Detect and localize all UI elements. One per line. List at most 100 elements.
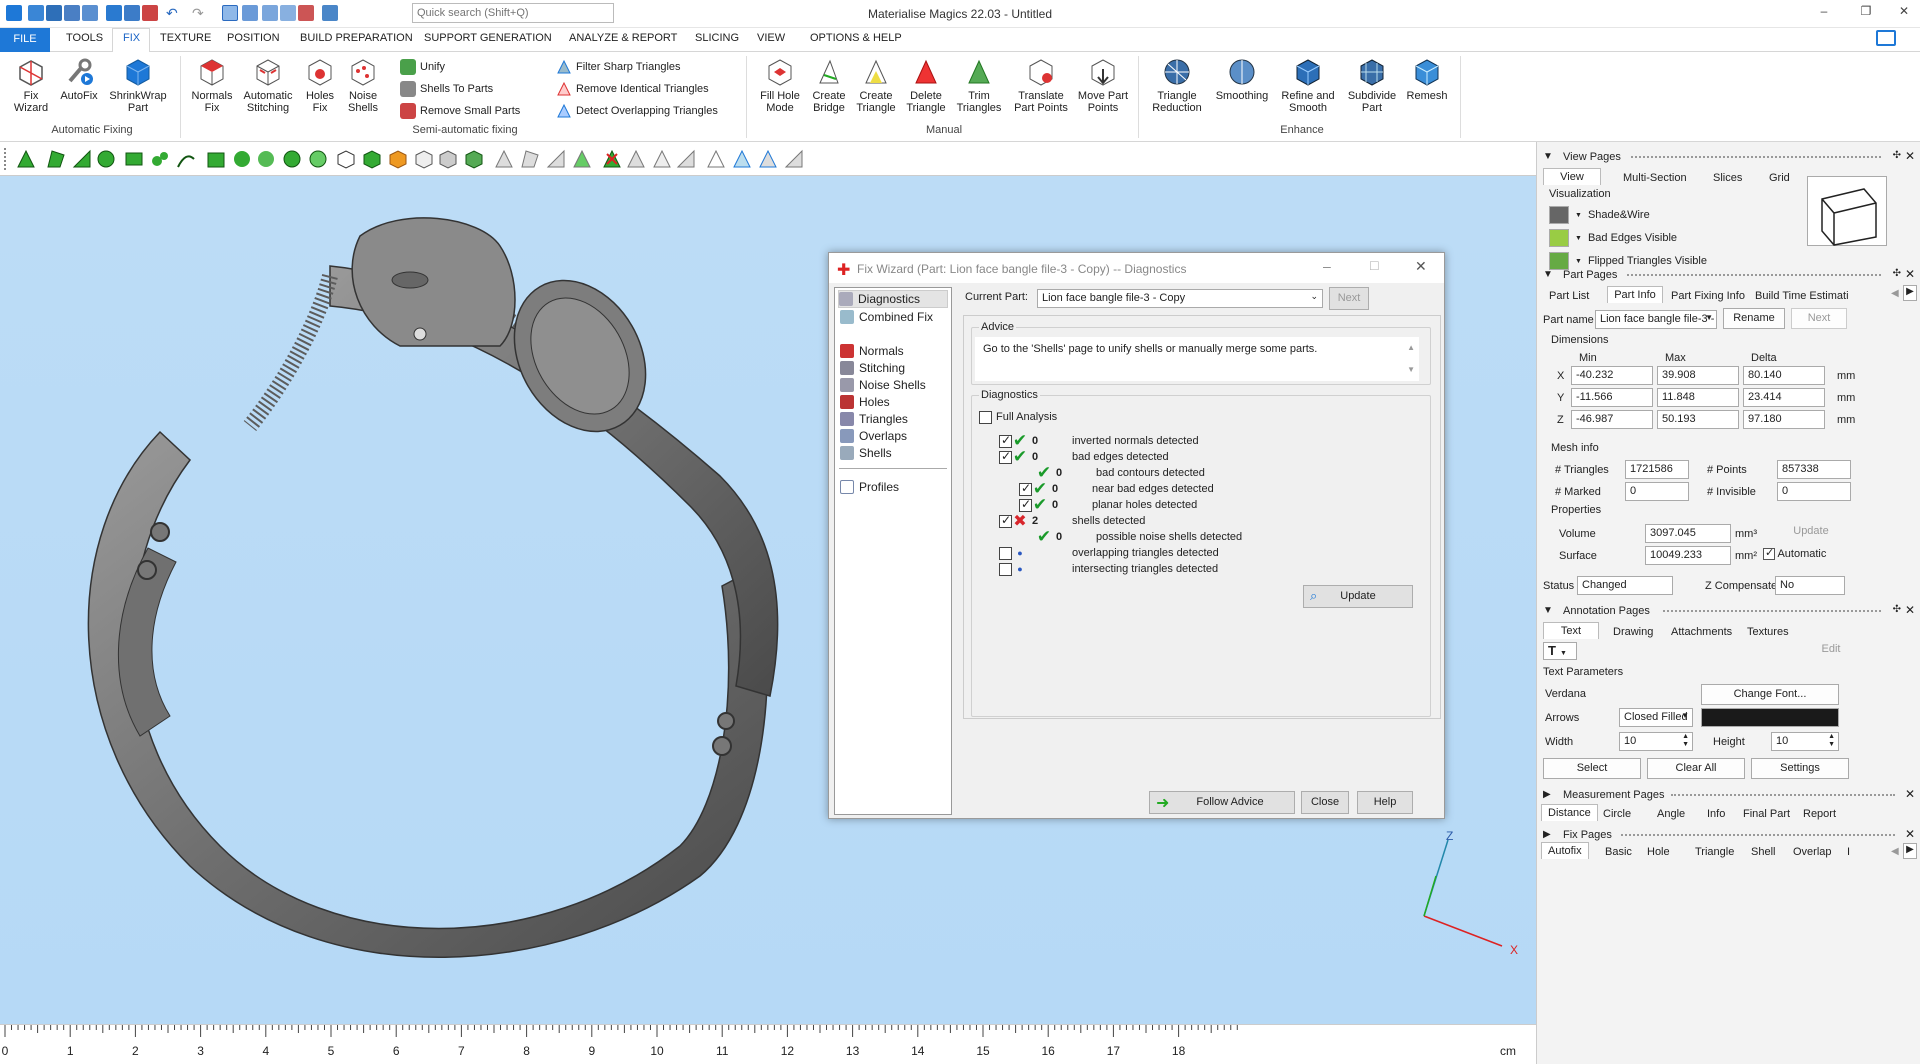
remesh-button[interactable]: Remesh [1402,56,1452,102]
diag-checkbox[interactable] [1019,481,1032,496]
settings-button[interactable]: Settings [1751,758,1849,779]
nav-noise-shells[interactable]: Noise Shells [840,376,930,394]
tab-distance[interactable]: Distance [1541,804,1598,821]
tab-grid[interactable]: Grid [1763,170,1796,186]
arrow-color-swatch[interactable] [1701,708,1839,727]
part-name-select[interactable]: Lion face bangle file-3 - ▼ [1595,310,1717,329]
mark-contour-icon[interactable] [206,149,226,169]
edge-mark-icon[interactable] [758,149,778,169]
restore-button[interactable]: ❐ [1852,4,1880,22]
dim-x-delta[interactable]: 80.140 [1743,366,1825,385]
tab-basic[interactable]: Basic [1599,844,1638,860]
delete-marked-icon[interactable] [602,149,622,169]
shade-wire-option[interactable]: ▼ Shade&Wire [1549,206,1650,224]
view-cube[interactable] [1807,176,1887,246]
part-pages-header[interactable]: ▼ Part Pages ✣ ✕ [1537,266,1920,284]
pin-icon[interactable]: ✣ [1893,268,1901,279]
edge-unmark-icon[interactable] [784,149,804,169]
create-triangle-button[interactable]: Create Triangle [852,56,900,114]
mark-brush-icon[interactable] [150,149,170,169]
tab-scroll-right-icon[interactable]: ▶ [1903,285,1917,301]
tab-texture[interactable]: TEXTURE [158,32,213,44]
nav-overlaps[interactable]: Overlaps [840,427,911,445]
autofix-button[interactable]: AutoFix [56,56,102,102]
fill-hole-mode-button[interactable]: Fill Hole Mode [752,56,808,114]
dialog-maximize-button[interactable]: ☐ [1369,259,1380,273]
tab-autofix[interactable]: Autofix [1541,842,1589,859]
automatic-stitching-button[interactable]: Automatic Stitching [240,56,296,114]
nav-holes[interactable]: Holes [840,393,894,411]
tab-slicing[interactable]: SLICING [693,32,741,44]
properties-update-button[interactable]: Update [1771,522,1851,543]
tab-overlap[interactable]: Overlap [1787,844,1838,860]
tab-part-list[interactable]: Part List [1543,288,1595,304]
marked-count[interactable]: 0 [1625,482,1689,501]
minimize-button[interactable]: – [1810,4,1838,22]
normals-fix-button[interactable]: Normals Fix [186,56,238,114]
width-spinner[interactable]: 10 ▲ ▼ [1619,732,1693,751]
unmark-surface-icon[interactable] [546,149,566,169]
fix-tab-scroll-right-icon[interactable]: ▶ [1903,843,1917,859]
measurement-pages-header[interactable]: ▶ Measurement Pages ✕ [1537,786,1920,804]
dim-y-delta[interactable]: 23.414 [1743,388,1825,407]
tab-analyze-report[interactable]: ANALYZE & REPORT [567,32,679,44]
view-pages-header[interactable]: ▼ View Pages ✣ ✕ [1537,148,1920,166]
tab-final-part[interactable]: Final Part [1737,806,1796,822]
status-value[interactable]: Changed [1577,576,1673,595]
fix-tab-scroll-left-icon[interactable]: ◀ [1891,846,1899,857]
dim-x-min[interactable]: -40.232 [1571,366,1653,385]
nav-profiles[interactable]: Profiles [840,478,903,496]
tab-file[interactable]: FILE [0,28,50,52]
tab-part-fixing-info[interactable]: Part Fixing Info [1665,288,1751,304]
part-wire-icon[interactable] [414,149,434,169]
mark-shell-icon[interactable] [96,149,116,169]
tab-scroll-left-icon[interactable]: ◀ [1891,288,1899,299]
select-button[interactable]: Select [1543,758,1641,779]
close-icon[interactable]: ✕ [1905,149,1915,163]
detect-overlapping-triangles-button[interactable]: Detect Overlapping Triangles [556,102,718,120]
nav-shells[interactable]: Shells [840,444,896,462]
remove-small-parts-button[interactable]: Remove Small Parts [400,102,520,120]
tab-build-time[interactable]: Build Time Estimatio [1749,288,1849,304]
surface-value[interactable]: 10049.233 [1645,546,1731,565]
part-next-button[interactable]: Next [1791,308,1847,329]
tab-textures[interactable]: Textures [1741,624,1795,640]
part-select-icon[interactable] [336,149,356,169]
collapse-icon[interactable]: ▼ [1543,605,1553,616]
filter-icon[interactable] [706,149,726,169]
pin-icon[interactable]: ✣ [1893,604,1901,615]
mark-triangle-icon[interactable] [16,149,36,169]
tab-angle[interactable]: Angle [1651,806,1691,822]
clear-all-button[interactable]: Clear All [1647,758,1745,779]
dim-y-max[interactable]: 11.848 [1657,388,1739,407]
tab-position[interactable]: POSITION [225,32,282,44]
annotation-pages-header[interactable]: ▼ Annotation Pages ✣ ✕ [1537,602,1920,620]
rename-button[interactable]: Rename [1723,308,1785,329]
diag-checkbox[interactable] [999,433,1012,448]
smoothing-button[interactable]: Smoothing [1212,56,1272,102]
nav-triangles[interactable]: Triangles [840,410,912,428]
help-button[interactable]: Help [1357,791,1413,814]
diag-checkbox[interactable] [999,449,1012,464]
move-part-points-button[interactable]: Move Part Points [1076,56,1130,114]
expand-icon[interactable]: ▶ [1543,789,1551,800]
tab-build-preparation[interactable]: BUILD PREPARATION [298,32,415,44]
nav-stitching[interactable]: Stitching [840,359,909,377]
full-analysis-checkbox[interactable]: Full Analysis [979,409,1057,425]
text-tool-dropdown[interactable]: T ▼ [1543,642,1577,660]
mark-all-icon[interactable] [282,149,302,169]
invisible-count[interactable]: 0 [1777,482,1851,501]
tab-multi-section[interactable]: Multi-Section [1617,170,1693,186]
refine-smooth-button[interactable]: Refine and Smooth [1276,56,1340,114]
subdivide-part-button[interactable]: Subdivide Part [1344,56,1400,114]
close-icon[interactable]: ✕ [1905,603,1915,617]
shrink-mark-icon[interactable] [256,149,276,169]
mark-window-icon[interactable] [124,149,144,169]
delete-triangle-button[interactable]: Delete Triangle [902,56,950,114]
z-compensated-value[interactable]: No [1775,576,1845,595]
dim-x-max[interactable]: 39.908 [1657,366,1739,385]
invert-marking-icon[interactable] [308,149,328,169]
advice-scroll-down-icon[interactable]: ▼ [1407,365,1415,374]
noise-shells-button[interactable]: Noise Shells [342,56,384,114]
collapse-icon[interactable]: ▼ [1543,151,1553,162]
